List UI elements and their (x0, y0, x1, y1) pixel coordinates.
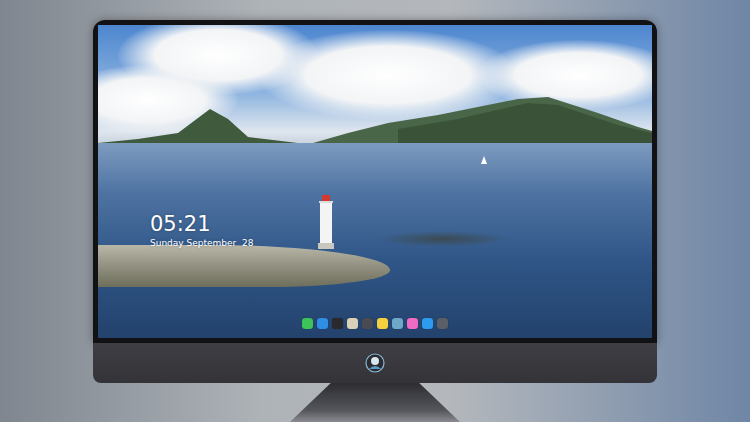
dock-app-icon[interactable] (377, 318, 388, 329)
dock-app-icon[interactable] (392, 318, 403, 329)
wallpaper-cloud (478, 40, 652, 110)
sailboat-icon (481, 156, 487, 166)
dock-app-icon[interactable] (317, 318, 328, 329)
dock-app-icon[interactable] (347, 318, 358, 329)
dock-app-icon[interactable] (422, 318, 433, 329)
dock (98, 318, 652, 329)
dock-app-icon[interactable] (407, 318, 418, 329)
monitor-chin (93, 343, 657, 383)
desktop-screen: 05:21 Sunday September 28 (98, 25, 652, 338)
lock-clock: 05:21 Sunday September 28 (150, 211, 253, 249)
dock-app-icon[interactable] (302, 318, 313, 329)
dock-app-icon[interactable] (332, 318, 343, 329)
wallpaper-rocks (378, 231, 508, 247)
dock-app-icon[interactable] (362, 318, 373, 329)
monitor-mockup: 05:21 Sunday September 28 (0, 0, 750, 422)
dock-app-icon[interactable] (437, 318, 448, 329)
mountains-icon (98, 93, 652, 147)
monitor-bezel: 05:21 Sunday September 28 (93, 20, 657, 343)
clock-date: Sunday September 28 (150, 237, 253, 249)
logo-icon (365, 353, 385, 373)
lighthouse-icon (315, 191, 337, 249)
monitor-stand (290, 383, 460, 422)
clock-time: 05:21 (150, 211, 253, 237)
